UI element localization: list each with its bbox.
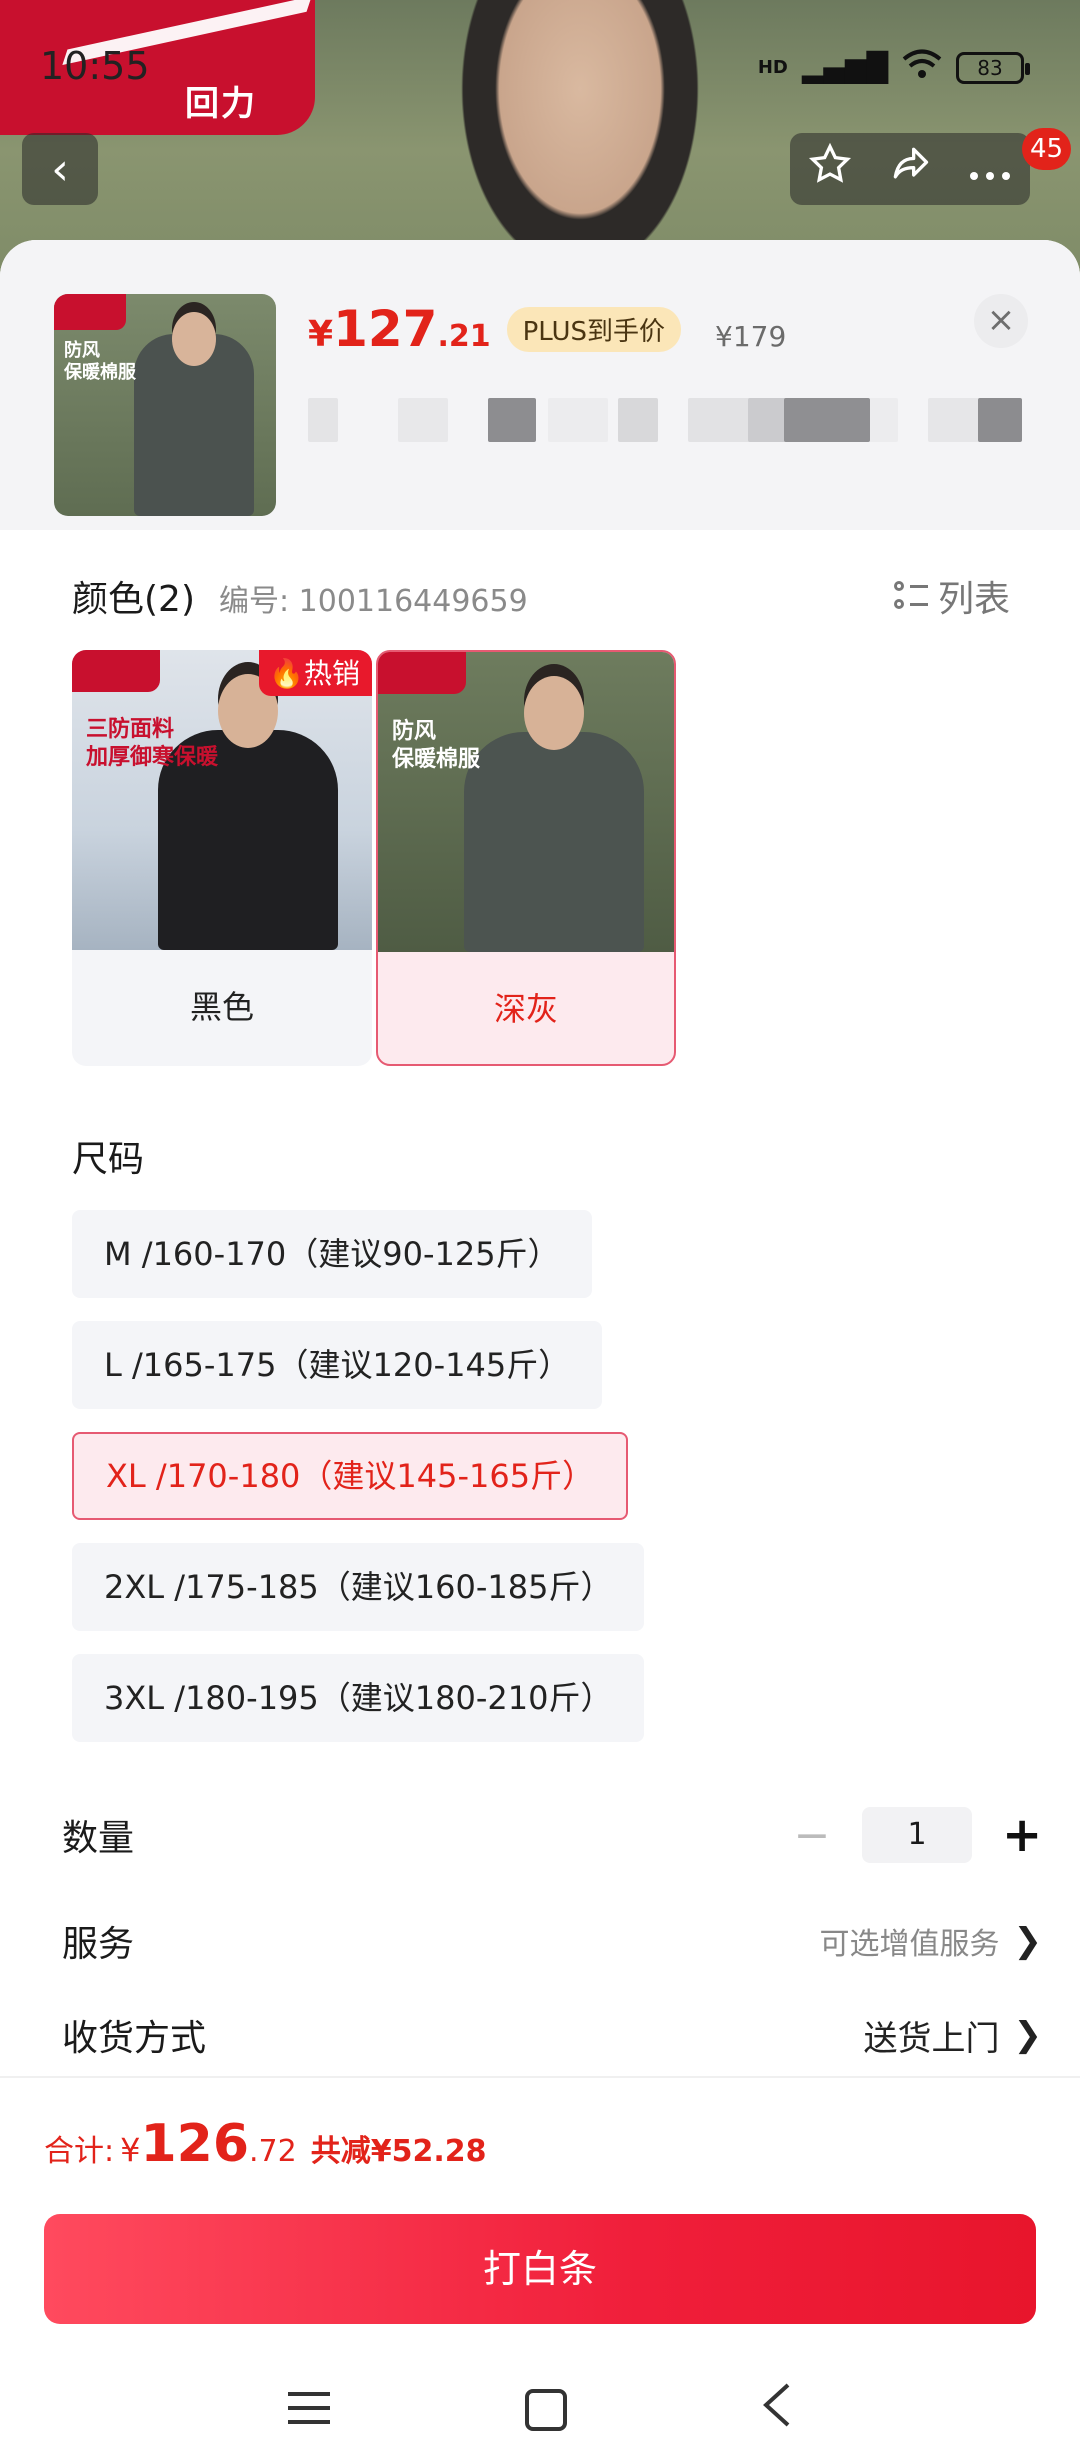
original-price: ¥179 [715,320,787,353]
quantity-stepper: − 1 + [792,1807,1042,1863]
network-label: HD [757,57,788,78]
color-option-label: 深灰 [493,990,558,1028]
service-label: 服务 [62,1924,135,1965]
list-view-label: 列表 [937,579,1010,620]
share-icon[interactable] [887,142,933,196]
size-option-l[interactable]: L /165-175（建议120-145斤） [72,1321,603,1409]
color-section-header: 颜色(2) 编号: 100116449659 [72,570,528,622]
brand-logo-mini [378,652,466,694]
list-icon [893,579,928,613]
chevron-right-icon: ❯ [1013,2015,1043,2055]
status-time: 10:55 [40,44,150,88]
brand-logo-mini [72,650,160,692]
status-bar: 10:55 HD ▂▄▆█ 83 [0,0,1080,130]
close-icon: × [986,300,1016,340]
color-option-label: 黑色 [189,988,254,1026]
back-button[interactable]: ‹ [22,133,98,205]
plus-price-badge: PLUS到手价 [506,306,681,352]
size-section-title: 尺码 [72,1139,145,1180]
current-price: ¥127.21 [308,300,491,358]
delivery-label: 收货方式 [62,2018,207,2059]
redacted-title [308,398,1028,446]
total-price: 合计: ¥126.72 共减¥52.28 [44,2114,487,2174]
flame-icon: 🔥 [269,657,304,690]
delivery-value: 送货上门 ❯ [863,2015,1043,2059]
product-thumbnail[interactable]: 防风 保暖棉服 [54,294,276,516]
size-option-2xl[interactable]: 2XL /175-185（建议160-185斤） [72,1543,645,1631]
chevron-left-icon: ‹ [51,143,69,195]
savings-amount: 共减¥52.28 [310,2134,487,2169]
size-option-xl[interactable]: XL /170-180（建议145-165斤） [72,1432,629,1520]
size-option-m[interactable]: M /160-170（建议90-125斤） [72,1210,592,1298]
color-option-dark-gray[interactable]: 防风 保暖棉服 深灰 [376,650,676,1066]
wifi-icon [902,48,942,87]
price-line: ¥127.21 PLUS到手价 ¥179 [308,300,786,358]
more-icon[interactable] [968,146,1012,192]
menu-icon[interactable] [287,2383,330,2437]
top-action-bar [790,133,1030,205]
quantity-label: 数量 [62,1818,135,1859]
minus-icon[interactable]: − [792,1810,832,1861]
status-icons: HD ▂▄▆█ 83 [757,48,1030,87]
sheet-body: 颜色(2) 编号: 100116449659 列表 三防面料 加厚御寒保暖 🔥热… [28,530,1052,2100]
chevron-right-icon: ❯ [1013,1921,1043,1961]
delivery-row[interactable]: 收货方式 送货上门 ❯ [62,2000,1042,2070]
signal-icon: ▂▄▆█ [801,51,888,84]
message-count-badge: 45 [1022,128,1072,170]
back-nav-icon[interactable] [762,2383,792,2438]
color-section-title: 颜色(2) [72,579,195,620]
feature-text: 三防面料 加厚御寒保暖 [86,717,219,770]
home-icon[interactable] [524,2389,567,2431]
thumbnail-tag: 防风 保暖棉服 [64,340,136,383]
battery-icon: 83 [956,51,1030,84]
plus-icon[interactable]: + [1002,1807,1042,1863]
checkout-footer: 合计: ¥126.72 共减¥52.28 打白条 [0,2076,1080,2460]
item-number: 编号: 100116449659 [219,584,528,619]
brand-logo-mini [54,294,126,330]
sheet-header: 防风 保暖棉服 ¥127.21 PLUS到手价 ¥179 × [0,240,1080,530]
buy-button[interactable]: 打白条 [44,2214,1036,2324]
system-nav-bar [0,2358,1080,2460]
service-row[interactable]: 服务 可选增值服务 ❯ [62,1906,1042,1976]
quantity-input[interactable]: 1 [862,1807,972,1863]
color-option-image: 防风 保暖棉服 [378,652,674,952]
size-option-3xl[interactable]: 3XL /180-195（建议180-210斤） [72,1654,645,1742]
hot-sale-badge: 🔥热销 [259,650,372,696]
color-option-black[interactable]: 三防面料 加厚御寒保暖 🔥热销 黑色 [72,650,372,1066]
service-value: 可选增值服务 ❯ [819,1921,1043,1962]
feature-text: 防风 保暖棉服 [392,719,481,772]
favorite-star-icon[interactable] [808,142,852,196]
quantity-row: 数量 − 1 + [62,1800,1042,1870]
list-view-toggle[interactable]: 列表 [893,570,1010,622]
close-button[interactable]: × [974,294,1028,348]
